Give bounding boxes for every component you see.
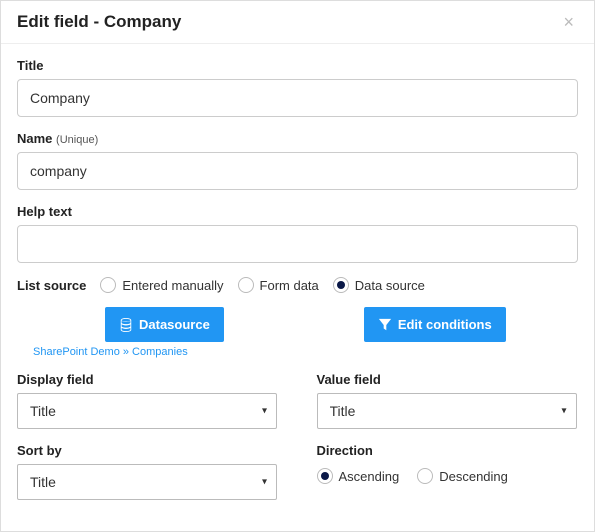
name-label: Name (Unique) — [17, 131, 578, 146]
source-path-link[interactable]: SharePoint Demo » Companies — [17, 346, 578, 358]
radio-form-data[interactable]: Form data — [238, 277, 319, 293]
sort-by-select[interactable]: Title — [17, 464, 277, 500]
value-field-select[interactable]: Title — [317, 393, 577, 429]
display-field-label: Display field — [17, 372, 279, 387]
edit-conditions-button[interactable]: Edit conditions — [364, 307, 506, 342]
modal-title: Edit field - Company — [17, 12, 181, 32]
database-icon — [119, 318, 133, 332]
help-text-label: Help text — [17, 204, 578, 219]
value-field-label: Value field — [317, 372, 579, 387]
title-input[interactable] — [17, 79, 578, 117]
radio-data-source[interactable]: Data source — [333, 277, 425, 293]
filter-icon — [378, 318, 392, 332]
modal-body: Title Name (Unique) Help text List sourc… — [1, 44, 594, 514]
modal-header: Edit field - Company × — [1, 1, 594, 44]
radio-ascending[interactable]: Ascending — [317, 468, 400, 484]
help-text-input[interactable] — [17, 225, 578, 263]
close-button[interactable]: × — [559, 11, 578, 33]
direction-label: Direction — [317, 443, 579, 458]
edit-field-modal: Edit field - Company × Title Name (Uniqu… — [0, 0, 595, 532]
radio-manual[interactable]: Entered manually — [100, 277, 223, 293]
name-input[interactable] — [17, 152, 578, 190]
title-label: Title — [17, 58, 578, 73]
sort-by-label: Sort by — [17, 443, 279, 458]
radio-descending[interactable]: Descending — [417, 468, 508, 484]
list-source-label: List source — [17, 278, 86, 293]
display-field-select[interactable]: Title — [17, 393, 277, 429]
datasource-button[interactable]: Datasource — [105, 307, 224, 342]
